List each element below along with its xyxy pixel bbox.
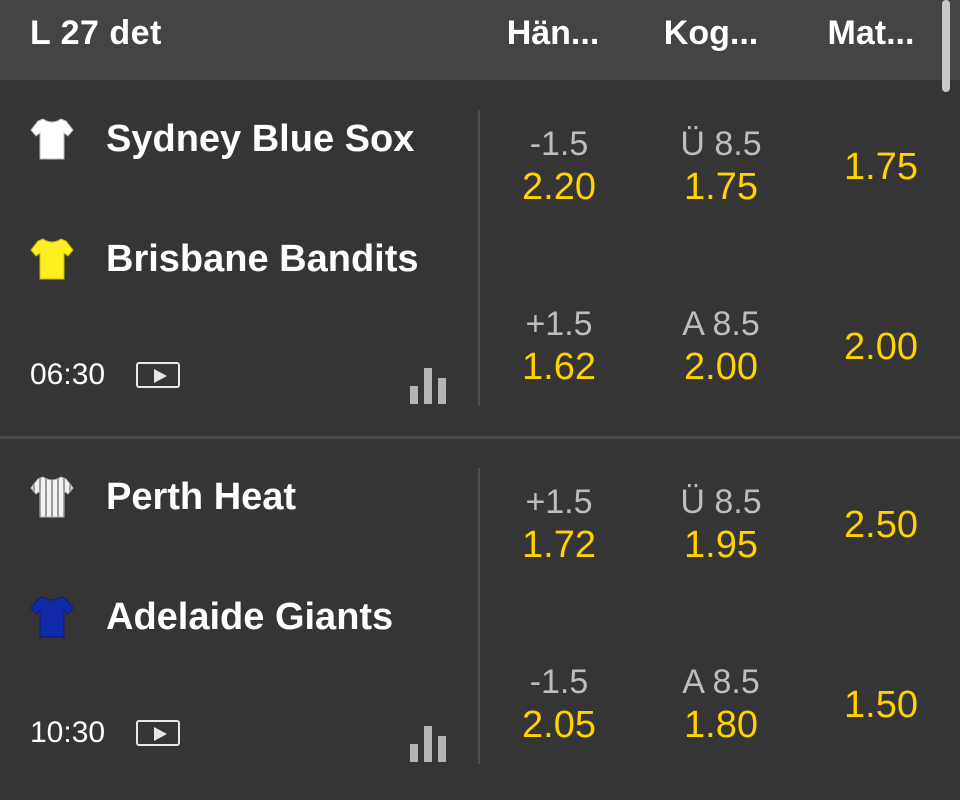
odds-button-handicap-home[interactable]: -1.5 2.20	[484, 124, 634, 210]
odds-button-total-over[interactable]: Ü 8.5 1.75	[646, 124, 796, 210]
event-row[interactable]: Sydney Blue Sox Brisbane Bandits 06:30 -…	[0, 82, 960, 442]
column-header-match[interactable]: Mat...	[796, 14, 946, 53]
odds-button-total-under[interactable]: A 8.5 2.00	[646, 304, 796, 390]
odds-button-total-over[interactable]: Ü 8.5 1.95	[646, 482, 796, 568]
odds-price: 1.75	[684, 166, 758, 208]
odds-price: 2.05	[522, 704, 596, 746]
handicap-line: +1.5	[525, 305, 593, 343]
live-stream-icon[interactable]	[136, 720, 180, 746]
odds-price: 1.95	[684, 524, 758, 566]
odds-button-handicap-away[interactable]: +1.5 1.62	[484, 304, 634, 390]
start-time: 10:30	[30, 716, 106, 749]
header-bar: L 27 det Hän... Kog... Mat...	[0, 0, 960, 80]
column-header-total[interactable]: Kog...	[636, 14, 786, 53]
striped-jersey-icon	[30, 476, 74, 518]
event-separator	[0, 436, 960, 439]
odds-button-total-under[interactable]: A 8.5 1.80	[646, 662, 796, 748]
handicap-line: -1.5	[529, 663, 589, 701]
handicap-line: +1.5	[525, 483, 593, 521]
team-name: Perth Heat	[106, 476, 297, 518]
divider	[478, 468, 480, 764]
team-name: Brisbane Bandits	[106, 238, 419, 280]
odds-button-match-home[interactable]: 1.75	[806, 144, 956, 190]
divider	[478, 110, 480, 406]
yellow-jersey-icon	[30, 238, 74, 280]
odds-price: 1.62	[522, 346, 596, 388]
statistics-icon[interactable]	[408, 366, 448, 404]
odds-button-handicap-away[interactable]: -1.5 2.05	[484, 662, 634, 748]
odds-button-match-home[interactable]: 2.50	[806, 502, 956, 548]
odds-price: 1.80	[684, 704, 758, 746]
odds-button-match-away[interactable]: 1.50	[806, 682, 956, 728]
odds-button-handicap-home[interactable]: +1.5 1.72	[484, 482, 634, 568]
team-name: Sydney Blue Sox	[106, 118, 415, 160]
odds-price: 2.20	[522, 166, 596, 208]
white-jersey-icon	[30, 118, 74, 160]
event-row[interactable]: Perth Heat Adelaide Giants 10:30 +1.5 1.…	[0, 440, 960, 800]
statistics-icon[interactable]	[408, 724, 448, 762]
odds-button-match-away[interactable]: 2.00	[806, 324, 956, 370]
date-label: L 27 det	[30, 14, 162, 52]
total-line: Ü 8.5	[680, 483, 762, 521]
handicap-line: -1.5	[529, 125, 589, 163]
total-line: Ü 8.5	[680, 125, 762, 163]
total-line: A 8.5	[682, 663, 760, 701]
odds-price: 1.72	[522, 524, 596, 566]
blue-jersey-icon	[30, 596, 74, 638]
start-time: 06:30	[30, 358, 106, 391]
odds-price: 2.00	[684, 346, 758, 388]
column-header-handicap[interactable]: Hän...	[478, 14, 628, 53]
team-name: Adelaide Giants	[106, 596, 394, 638]
scrollbar[interactable]	[942, 0, 950, 92]
total-line: A 8.5	[682, 305, 760, 343]
live-stream-icon[interactable]	[136, 362, 180, 388]
